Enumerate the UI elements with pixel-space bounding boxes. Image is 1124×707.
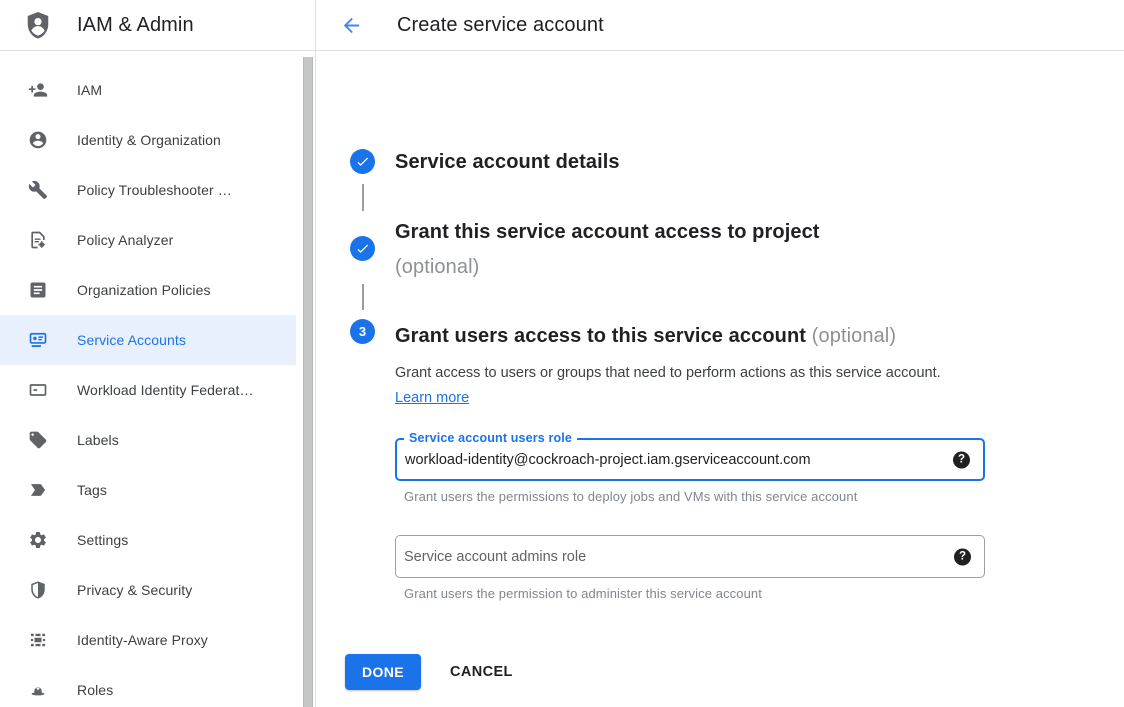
sidebar-item-organization-policies[interactable]: Organization Policies xyxy=(0,265,296,315)
step3-description: Grant access to users or groups that nee… xyxy=(395,361,947,411)
shield-half-icon xyxy=(28,580,48,600)
sidebar-item-label: IAM xyxy=(77,82,102,98)
sidebar-item-label: Service Accounts xyxy=(77,332,186,348)
done-button[interactable]: DONE xyxy=(345,654,421,690)
sidebar-item-policy-troubleshooter[interactable]: Policy Troubleshooter … xyxy=(0,165,296,215)
step2-title: Grant this service account access to pro… xyxy=(395,215,820,285)
sidebar-item-labels[interactable]: Labels xyxy=(0,415,296,465)
step3-description-text: Grant access to users or groups that nee… xyxy=(395,365,941,381)
tag-icon xyxy=(28,430,48,450)
sidebar-item-label: Roles xyxy=(77,682,113,698)
sidebar-item-label: Settings xyxy=(77,532,128,548)
step1-title: Service account details xyxy=(395,145,620,180)
users-role-helper-text: Grant users the permissions to deploy jo… xyxy=(404,489,857,504)
gear-icon xyxy=(28,530,48,550)
learn-more-link[interactable]: Learn more xyxy=(395,390,469,406)
step2-title-text: Grant this service account access to pro… xyxy=(395,221,820,243)
sidebar-item-workload-identity-federation[interactable]: Workload Identity Federat… xyxy=(0,365,296,415)
sidebar-item-label: Identity-Aware Proxy xyxy=(77,632,208,648)
sidebar-header: IAM & Admin xyxy=(0,0,315,51)
sidebar-item-identity-aware-proxy[interactable]: Identity-Aware Proxy xyxy=(0,615,296,665)
step-connector xyxy=(362,184,364,211)
help-icon[interactable]: ? xyxy=(953,451,970,468)
step3-title: Grant users access to this service accou… xyxy=(395,319,896,354)
sidebar-item-label: Privacy & Security xyxy=(77,582,192,598)
label-arrow-icon xyxy=(28,480,48,500)
sidebar-item-label: Organization Policies xyxy=(77,282,211,298)
admins-role-helper-text: Grant users the permission to administer… xyxy=(404,586,762,601)
step3-optional-label: (optional) xyxy=(812,325,896,347)
sidebar-item-policy-analyzer[interactable]: Policy Analyzer xyxy=(0,215,296,265)
proxy-icon xyxy=(28,630,48,650)
back-arrow-icon[interactable] xyxy=(340,13,364,37)
product-title: IAM & Admin xyxy=(77,14,194,37)
step-connector xyxy=(362,284,364,310)
person-add-icon xyxy=(28,80,48,100)
sidebar: IAM & Admin IAM Identity & Organization xyxy=(0,0,316,707)
sidebar-item-label: Workload Identity Federat… xyxy=(77,382,254,398)
sidebar-item-service-accounts[interactable]: Service Accounts xyxy=(0,315,296,365)
sidebar-item-label: Policy Troubleshooter … xyxy=(77,182,232,198)
step2-check-icon xyxy=(350,236,375,261)
admins-role-input[interactable] xyxy=(396,536,984,577)
step3-title-text: Grant users access to this service accou… xyxy=(395,325,806,347)
create-service-account-form: Service account details Grant this servi… xyxy=(316,51,1124,707)
service-account-icon xyxy=(28,330,48,350)
document-gear-icon xyxy=(28,230,48,250)
sidebar-item-settings[interactable]: Settings xyxy=(0,515,296,565)
sidebar-nav: IAM Identity & Organization Policy Troub… xyxy=(0,51,315,707)
users-role-floating-label: Service account users role xyxy=(404,431,577,445)
sidebar-item-label: Identity & Organization xyxy=(77,132,221,148)
sidebar-item-label: Tags xyxy=(77,482,107,498)
cancel-button[interactable]: CANCEL xyxy=(450,654,513,690)
service-account-admins-role-field: ? xyxy=(395,535,985,578)
step3-number-badge: 3 xyxy=(350,319,375,344)
iam-shield-logo-icon xyxy=(23,9,53,41)
sidebar-item-iam[interactable]: IAM xyxy=(0,65,296,115)
users-role-input[interactable] xyxy=(397,440,983,479)
gcp-console-window: IAM & Admin IAM Identity & Organization xyxy=(0,0,1124,707)
step1-check-icon xyxy=(350,149,375,174)
page-title: Create service account xyxy=(397,14,604,37)
page-header: Create service account xyxy=(316,0,1124,51)
sidebar-item-label: Policy Analyzer xyxy=(77,232,173,248)
service-account-users-role-field: Service account users role ? xyxy=(395,438,985,481)
sidebar-scrollbar[interactable] xyxy=(303,57,313,707)
account-circle-icon xyxy=(28,130,48,150)
sidebar-item-label: Labels xyxy=(77,432,119,448)
help-icon[interactable]: ? xyxy=(954,548,971,565)
main-panel: Create service account Service account d… xyxy=(316,0,1124,707)
article-icon xyxy=(28,280,48,300)
sidebar-item-roles[interactable]: Roles xyxy=(0,665,296,707)
step2-optional-label: (optional) xyxy=(395,256,479,278)
sidebar-item-privacy-security[interactable]: Privacy & Security xyxy=(0,565,296,615)
step3-number: 3 xyxy=(359,324,366,339)
hat-icon xyxy=(28,680,48,700)
sidebar-item-identity-organization[interactable]: Identity & Organization xyxy=(0,115,296,165)
wrench-icon xyxy=(28,180,48,200)
sidebar-item-tags[interactable]: Tags xyxy=(0,465,296,515)
card-icon xyxy=(28,380,48,400)
